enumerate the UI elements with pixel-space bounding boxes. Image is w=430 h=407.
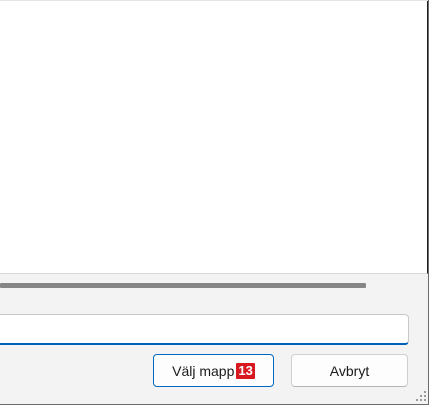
select-folder-badge: 13 <box>236 362 255 379</box>
file-list-pane[interactable] <box>0 0 428 274</box>
horizontal-scrollbar-thumb[interactable] <box>0 283 366 288</box>
horizontal-scrollbar[interactable] <box>0 281 418 289</box>
cancel-button[interactable]: Avbryt <box>291 354 408 387</box>
select-folder-label: Välj mapp <box>172 362 235 379</box>
folder-picker-dialog: Välj mapp 13 Avbryt <box>0 0 429 405</box>
cancel-label: Avbryt <box>329 362 370 379</box>
resize-grip-icon[interactable] <box>416 391 426 401</box>
select-folder-button[interactable]: Välj mapp 13 <box>153 354 274 387</box>
folder-name-input[interactable] <box>0 314 409 345</box>
pane-top-edge <box>0 0 428 1</box>
